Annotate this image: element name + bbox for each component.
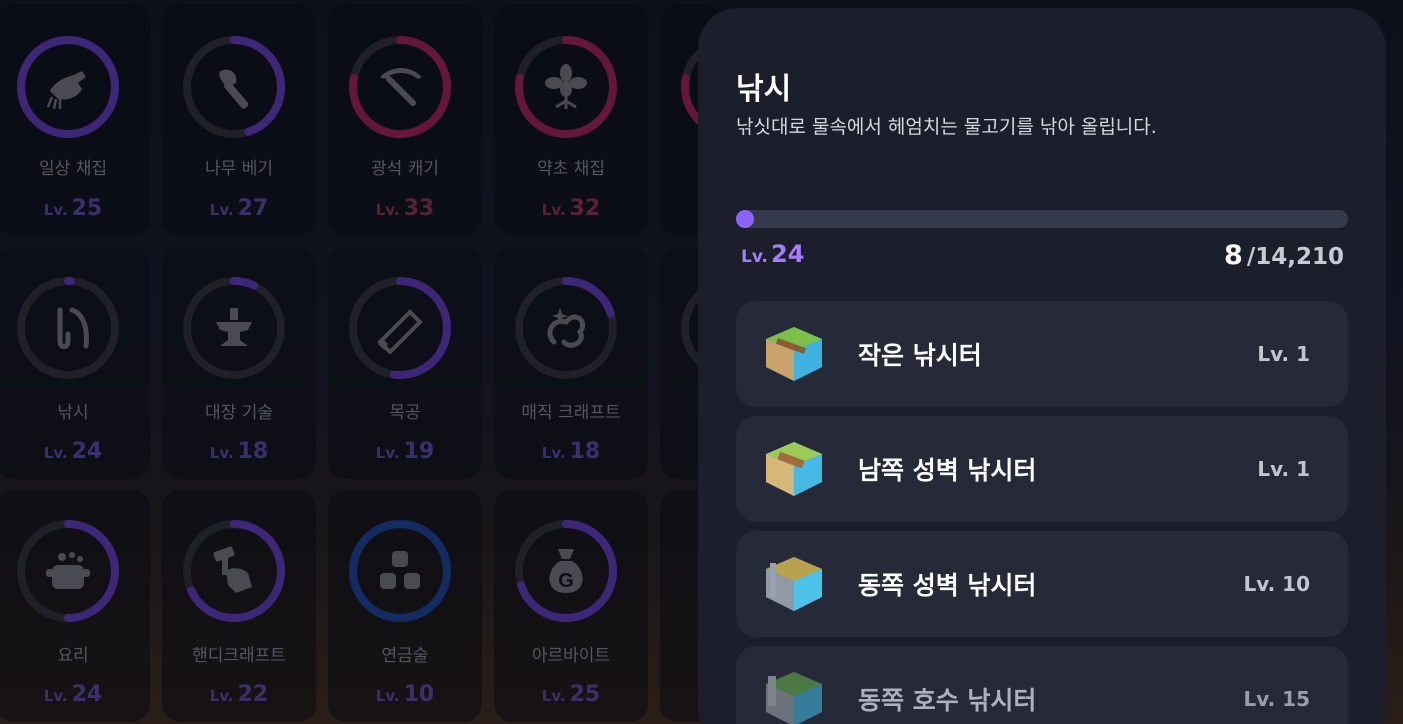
current-level: Lv. 24 bbox=[741, 240, 805, 268]
skill-card-magic-craft[interactable]: 매직 크래프트 Lv. 18 bbox=[494, 247, 648, 479]
skill-card-cooking[interactable]: 요리 Lv. 24 bbox=[0, 490, 150, 722]
skill-name: 목공 bbox=[389, 403, 421, 423]
skill-level: Lv. 25 bbox=[541, 682, 601, 707]
skill-card-herbalism[interactable]: 약초 채집 Lv. 32 bbox=[494, 4, 648, 236]
skill-name: 일상 채집 bbox=[39, 159, 107, 179]
skill-name: 낚시 bbox=[57, 403, 89, 423]
skill-level: Lv. 18 bbox=[541, 439, 601, 464]
panel-description: 낚싯대로 물속에서 헤엄치는 물고기를 낚아 올립니다. bbox=[736, 116, 1157, 138]
pickaxe-icon bbox=[374, 61, 426, 113]
skill-card-blacksmithing[interactable]: 대장 기술 Lv. 18 bbox=[162, 247, 316, 479]
skill-level: Lv. 27 bbox=[209, 196, 269, 221]
svg-text:G: G bbox=[558, 570, 574, 592]
fishing-spot-level: Lv. 15 bbox=[1243, 687, 1310, 711]
skill-name: 광석 캐기 bbox=[371, 159, 439, 179]
cooking-pot-icon bbox=[42, 545, 94, 597]
skill-card-fishing[interactable]: 낚시 Lv. 24 bbox=[0, 247, 150, 479]
panel-title: 낚시 bbox=[736, 72, 792, 107]
skill-card-mining[interactable]: 광석 캐기 Lv. 33 bbox=[328, 4, 482, 236]
skill-level: Lv. 18 bbox=[209, 439, 269, 464]
skill-name: 나무 베기 bbox=[205, 159, 273, 179]
fishing-spot-item[interactable]: 동쪽 성벽 낚시터 Lv. 10 bbox=[736, 531, 1348, 637]
skill-name: 매직 크래프트 bbox=[521, 403, 621, 423]
skill-card-gathering[interactable]: 일상 채집 Lv. 25 bbox=[0, 4, 150, 236]
xp-progress-bar bbox=[736, 210, 1348, 228]
fishing-spot-item[interactable]: 작은 낚시터 Lv. 1 bbox=[736, 301, 1348, 407]
magic-craft-icon bbox=[540, 302, 592, 354]
hammer-hand-icon bbox=[208, 545, 260, 597]
skill-level: Lv. 33 bbox=[375, 196, 435, 221]
fishing-spot-name: 남쪽 성벽 낚시터 bbox=[858, 456, 1037, 485]
fishing-spot-level: Lv. 1 bbox=[1257, 457, 1310, 481]
fishing-spot-thumbnail bbox=[762, 668, 826, 724]
hand-gather-icon bbox=[42, 61, 94, 113]
herb-icon bbox=[540, 61, 592, 113]
skill-grid: 일상 채집 Lv. 25 나무 베기 Lv. 27 광석 캐기 Lv. 33 약초 채… bbox=[0, 0, 783, 724]
skill-level: Lv. 24 bbox=[43, 439, 103, 464]
fishing-spot-thumbnail bbox=[762, 323, 826, 387]
fishing-spot-name: 동쪽 성벽 낚시터 bbox=[858, 571, 1037, 600]
fishing-spot-item[interactable]: 동쪽 호수 낚시터 Lv. 15 bbox=[736, 646, 1348, 724]
fishing-spot-name: 작은 낚시터 bbox=[858, 341, 982, 370]
skill-level: Lv. 22 bbox=[209, 682, 269, 707]
skill-name: 대장 기술 bbox=[205, 403, 273, 423]
skill-level: Lv. 24 bbox=[43, 682, 103, 707]
fishing-spot-level: Lv. 10 bbox=[1243, 572, 1310, 596]
fishing-spot-thumbnail bbox=[762, 438, 826, 502]
skill-card-handicraft[interactable]: 핸디크래프트 Lv. 22 bbox=[162, 490, 316, 722]
fishing-spot-item[interactable]: 남쪽 성벽 낚시터 Lv. 1 bbox=[736, 416, 1348, 522]
fishing-spot-thumbnail bbox=[762, 553, 826, 617]
skill-level: Lv. 19 bbox=[375, 439, 435, 464]
fishing-icon bbox=[42, 302, 94, 354]
fishing-spot-level: Lv. 1 bbox=[1257, 342, 1310, 366]
skill-name: 요리 bbox=[57, 646, 89, 666]
xp-counter: 8/14,210 bbox=[1224, 240, 1344, 271]
axe-icon bbox=[208, 61, 260, 113]
alchemy-icon bbox=[374, 545, 426, 597]
skill-name: 약초 채집 bbox=[537, 159, 605, 179]
skill-name: 핸디크래프트 bbox=[192, 646, 286, 666]
skill-name: 아르바이트 bbox=[531, 646, 611, 666]
money-bag-icon: G bbox=[540, 545, 592, 597]
skill-level: Lv. 32 bbox=[541, 196, 601, 221]
fishing-spot-name: 동쪽 호수 낚시터 bbox=[858, 686, 1037, 715]
skill-level: Lv. 10 bbox=[375, 682, 435, 707]
skill-detail-panel: 낚시 낚싯대로 물속에서 헤엄치는 물고기를 낚아 올립니다. Lv. 24 8/… bbox=[698, 8, 1386, 724]
skill-level: Lv. 25 bbox=[43, 196, 103, 221]
skill-card-alchemy[interactable]: 연금술 Lv. 10 bbox=[328, 490, 482, 722]
skill-name: 연금술 bbox=[381, 646, 429, 666]
xp-progress-fill bbox=[736, 210, 754, 228]
skill-card-woodworking[interactable]: 목공 Lv. 19 bbox=[328, 247, 482, 479]
anvil-icon bbox=[208, 302, 260, 354]
skill-card-logging[interactable]: 나무 베기 Lv. 27 bbox=[162, 4, 316, 236]
saw-icon bbox=[374, 302, 426, 354]
skill-card-part-time-job[interactable]: G 아르바이트 Lv. 25 bbox=[494, 490, 648, 722]
